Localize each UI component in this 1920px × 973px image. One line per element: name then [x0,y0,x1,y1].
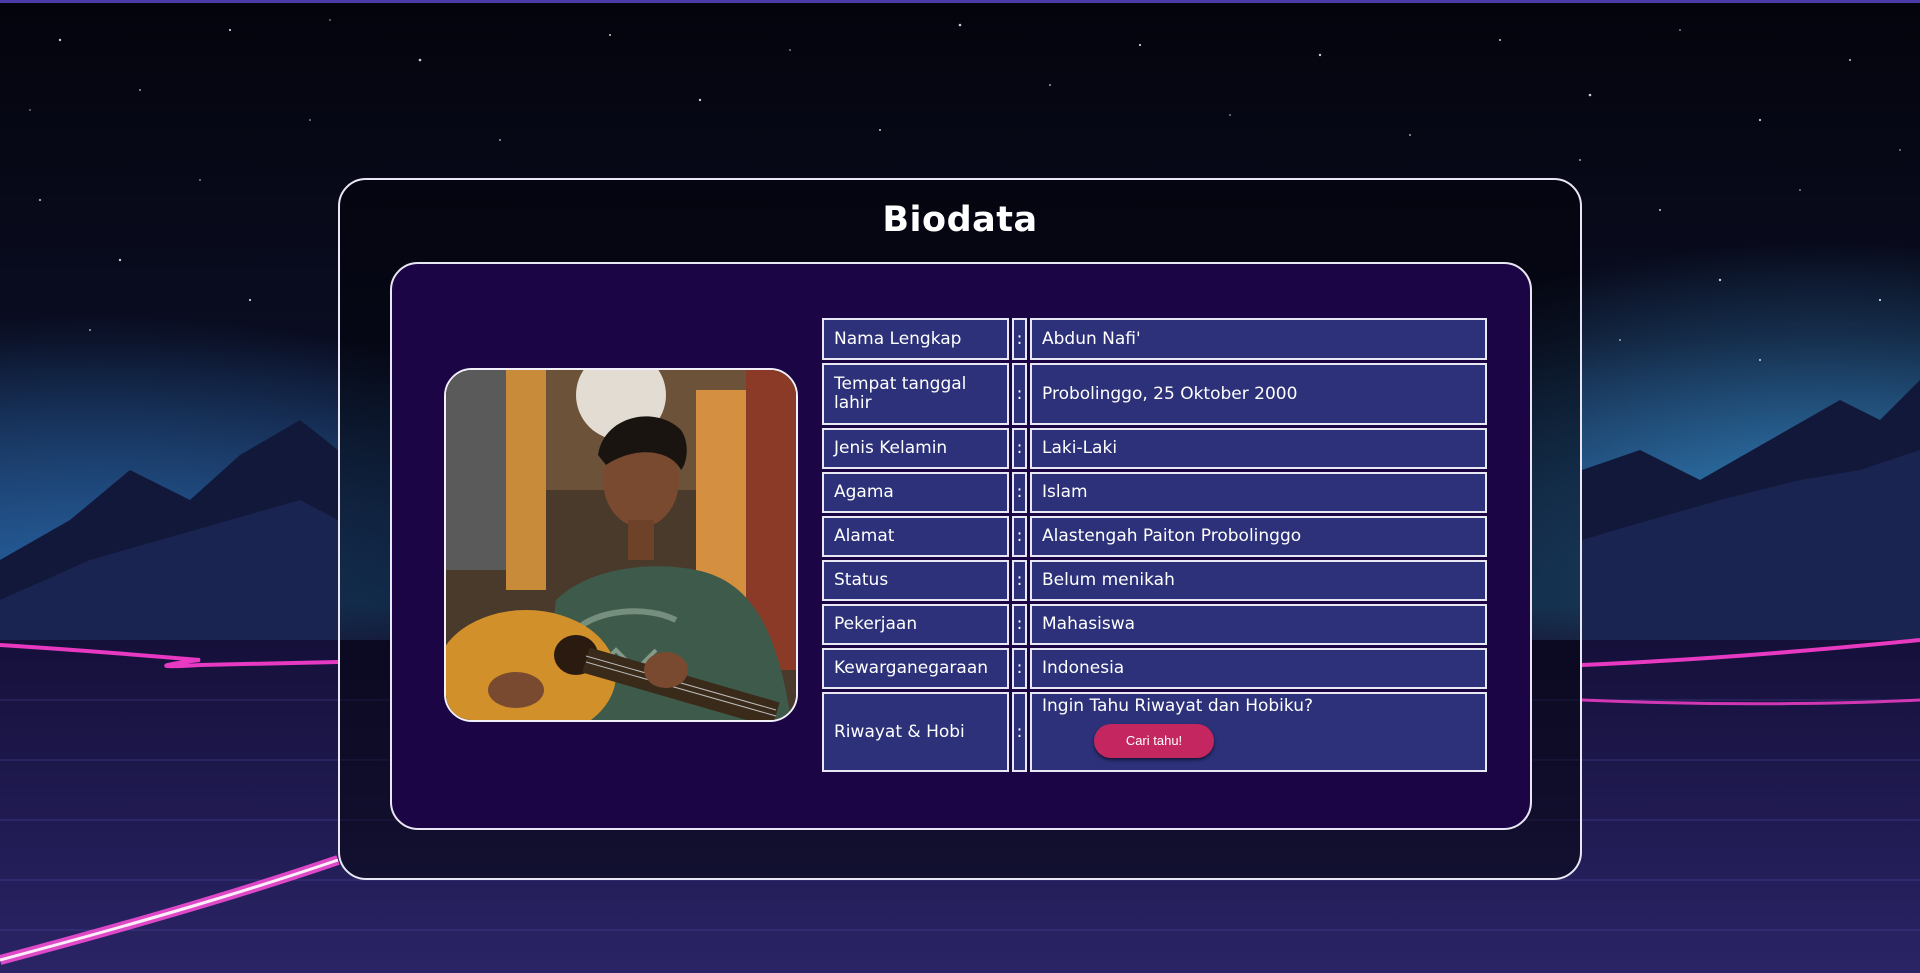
value-kewarganegaraan: Indonesia [1030,648,1487,689]
guitar-player-photo-icon [446,370,796,720]
label-status: Status [822,560,1009,601]
label-jenis-kelamin: Jenis Kelamin [822,428,1009,469]
table-row: Status : Belum menikah [822,560,1487,601]
table-row: Tempat tanggal lahir : Probolinggo, 25 O… [822,363,1487,425]
value-riwayat-hobi: Ingin Tahu Riwayat dan Hobiku? Cari tahu… [1030,692,1487,772]
biodata-card: Biodata Nama Lengkap: Abdun Nafi' Tempa… [338,178,1582,880]
value-status: Belum menikah [1030,560,1487,601]
profile-photo [444,368,798,722]
biodata-panel: Nama Lengkap : Abdun Nafi' Tempat tangga… [390,262,1532,830]
label-pekerjaan: Pekerjaan [822,604,1009,645]
separator: : [1012,428,1027,469]
label-kewarganegaraan: Kewarganegaraan [822,648,1009,689]
value-pekerjaan: Mahasiswa [1030,604,1487,645]
value-alamat: Alastengah Paiton Probolinggo [1030,516,1487,557]
table-row: Riwayat & Hobi : Ingin Tahu Riwayat dan … [822,692,1487,772]
label-tempat-tanggal-lahir: Tempat tanggal lahir [822,363,1009,425]
value-jenis-kelamin: Laki-Laki [1030,428,1487,469]
label-agama: Agama [822,472,1009,513]
separator: : [1012,692,1027,772]
separator: : [1012,604,1027,645]
label-nama-lengkap: Nama Lengkap [822,318,1009,360]
value-tempat-tanggal-lahir: Probolinggo, 25 Oktober 2000 [1030,363,1487,425]
separator: : [1012,363,1027,425]
label-riwayat-hobi: Riwayat & Hobi [822,692,1009,772]
table-row: Nama Lengkap : Abdun Nafi' [822,318,1487,360]
separator: : [1012,516,1027,557]
separator: : [1012,472,1027,513]
top-accent-line [0,0,1920,3]
table-row: Kewarganegaraan : Indonesia [822,648,1487,689]
table-row: Agama : Islam [822,472,1487,513]
label-alamat: Alamat [822,516,1009,557]
cari-tahu-button[interactable]: Cari tahu! [1094,723,1214,758]
page: Biodata Nama Lengkap: Abdun Nafi' Tempa… [0,0,1920,973]
separator: : [1012,318,1027,360]
biodata-table: Nama Lengkap : Abdun Nafi' Tempat tangga… [819,315,1490,775]
table-row: Jenis Kelamin : Laki-Laki [822,428,1487,469]
value-nama-lengkap: Abdun Nafi' [1030,318,1487,360]
table-row: Pekerjaan : Mahasiswa [822,604,1487,645]
value-agama: Islam [1030,472,1487,513]
riwayat-hobi-question: Ingin Tahu Riwayat dan Hobiku? [1042,695,1314,716]
table-row: Alamat : Alastengah Paiton Probolinggo [822,516,1487,557]
separator: : [1012,560,1027,601]
page-title: Biodata [882,200,1038,240]
separator: : [1012,648,1027,689]
